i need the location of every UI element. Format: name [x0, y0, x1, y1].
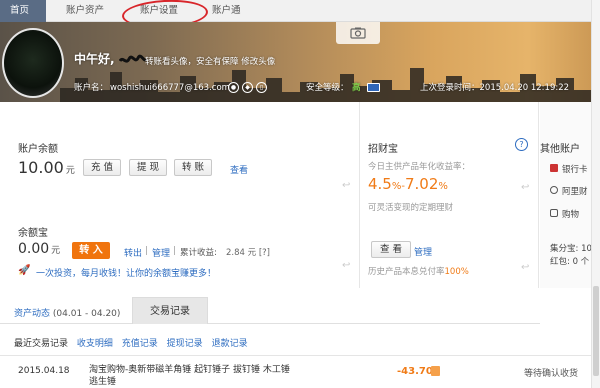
hongbao[interactable]: 红包: 0 个 — [550, 255, 589, 267]
balance-title: 账户余额 — [18, 144, 58, 155]
transaction-status: 等待确认收货 — [524, 369, 579, 379]
transfer-button[interactable]: 转 账 — [174, 159, 213, 176]
bank-card-item[interactable]: 银行卡 — [562, 163, 588, 175]
account-value: woshishui666777@163.com — [110, 83, 230, 93]
accum-value: 2.84 元 [?] — [226, 248, 270, 258]
shield-icon[interactable]: ◆ — [242, 82, 253, 93]
document-icon[interactable] — [431, 366, 440, 376]
tab-trade-records[interactable]: 交易记录 — [132, 297, 208, 324]
tab-account-assets[interactable]: 账户资产 — [66, 0, 104, 22]
avatar-tip[interactable]: 转账看头像，安全有保障 修改头像 — [145, 55, 275, 67]
avatar[interactable] — [2, 28, 64, 98]
account-info-line: 账户名： woshishui666777@163.com ● ◆ ▯ 安全等级：… — [70, 81, 600, 101]
refresh-icon[interactable]: ↩ — [342, 260, 350, 271]
security-level: 高 — [352, 83, 361, 93]
shopping-item[interactable]: 购物 — [562, 208, 579, 220]
refund-records-link[interactable]: 退款记录 — [212, 339, 248, 349]
tab-home[interactable]: 首页 — [0, 0, 46, 22]
recent-records-header: 最近交易记录 收支明细 充值记录 提现记录 退款记录 — [14, 336, 248, 349]
camera-icon[interactable] — [336, 22, 380, 44]
view-balance-link[interactable]: 查看 — [230, 163, 248, 176]
security-label: 安全等级： — [306, 83, 349, 93]
redacted-name-scribble — [118, 54, 147, 63]
rate-value: 4.5%-7.02% — [368, 175, 448, 193]
transaction-amount: -43.70 — [397, 366, 433, 377]
tab-asset-dynamics[interactable]: 资产动态 (04.01 - 04.20) — [14, 306, 120, 319]
top-nav: 首页 账户资产 账户设置 账户通 — [0, 0, 600, 22]
profile-banner: 中午好, 转账看头像，安全有保障 修改头像 账户名： woshishui6667… — [0, 22, 600, 102]
rate-label: 今日主供产品年化收益率： — [368, 162, 471, 172]
card-icon[interactable] — [367, 83, 380, 92]
transfer-in-button[interactable]: 转 入 — [72, 242, 110, 259]
accum-label: 累计收益: — [180, 248, 217, 258]
yuebao-manage-link[interactable]: 管理 — [152, 246, 170, 259]
yuebao-promo-link[interactable]: 一次投资，每月收钱！让你的余额宝赚更多！ — [36, 266, 216, 279]
tab-account-link[interactable]: 账户通 — [212, 0, 241, 22]
transaction-date: 2015.04.18 — [18, 366, 70, 376]
recharge-button[interactable]: 充 值 — [83, 159, 122, 176]
scrollbar-thumb[interactable] — [593, 286, 599, 376]
rate-desc: 可灵活变现的定期理财 — [368, 203, 454, 213]
balance-panel: 账户余额 10.00 元 充 值 提 现 转 账 查看 ↩ 余额宝 0.00 元 转… — [0, 102, 360, 288]
withdraw-button[interactable]: 提 现 — [129, 159, 168, 176]
yuebao-amount: 0.00 元 — [18, 241, 61, 257]
alicai-item[interactable]: 阿里财 — [562, 185, 588, 197]
help-icon[interactable]: ? — [515, 138, 528, 151]
user-icon[interactable]: ● — [228, 82, 239, 93]
recent-title: 最近交易记录 — [14, 339, 69, 349]
recharge-records-link[interactable]: 充值记录 — [122, 339, 158, 349]
yuebao-title: 余额宝 — [18, 228, 48, 239]
bank-card-icon — [550, 164, 558, 172]
history-rate: 历史产品本息兑付率100% — [368, 267, 469, 277]
income-detail-link[interactable]: 收支明细 — [77, 339, 113, 349]
separator: | — [145, 246, 148, 256]
alicai-icon — [550, 186, 558, 194]
balance-amount: 10.00 元 — [18, 158, 75, 177]
jifenbao[interactable]: 集分宝: 10 — [550, 242, 592, 254]
account-label: 账户名： — [74, 83, 109, 93]
record-tabs: 资产动态 (04.01 - 04.20) 交易记录 — [0, 297, 540, 324]
withdraw-records-link[interactable]: 提现记录 — [167, 339, 203, 349]
divider — [0, 355, 600, 356]
zhaocaibao-panel: 招财宝 ? 今日主供产品年化收益率： 4.5%-7.02% 可灵活变现的定期理财… — [361, 102, 539, 288]
refresh-icon[interactable]: ↩ — [521, 262, 529, 273]
separator: | — [173, 246, 176, 256]
last-login: 上次登录时间：2015.04.20 12:19:22 — [420, 83, 570, 93]
refresh-icon[interactable]: ↩ — [521, 182, 529, 193]
zhaocaibao-title: 招财宝 — [368, 144, 398, 155]
greeting-text: 中午好, — [74, 50, 147, 67]
rocket-icon: 🚀 — [18, 265, 31, 276]
view-button[interactable]: 查 看 — [371, 241, 411, 258]
other-accounts-title: 其他账户 — [540, 144, 580, 155]
zhaocaibao-manage-link[interactable]: 管理 — [414, 245, 432, 258]
shopping-icon — [550, 209, 558, 217]
phone-icon[interactable]: ▯ — [256, 82, 267, 93]
scrollbar[interactable] — [591, 0, 600, 388]
transaction-desc[interactable]: 淘宝购物-奥新带磁羊角锤 起钉锤子 拔钉锤 木工锤 逃生锤 — [89, 364, 301, 388]
refresh-icon[interactable]: ↩ — [342, 180, 350, 191]
transfer-out-link[interactable]: 转出 — [124, 246, 142, 259]
